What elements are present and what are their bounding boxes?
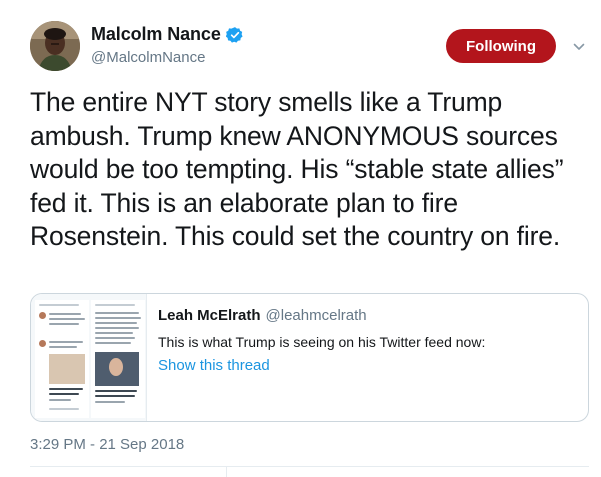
quoted-tweet-author: Leah McElrath @leahmcelrath xyxy=(158,307,367,324)
avatar[interactable] xyxy=(30,21,80,71)
avatar-image xyxy=(30,21,80,71)
thumbnail-panel-left xyxy=(35,300,89,418)
quoted-author-handle: @leahmcelrath xyxy=(265,307,367,324)
display-name[interactable]: Malcolm Nance xyxy=(91,24,221,45)
divider xyxy=(30,466,589,467)
quoted-tweet-thumbnail xyxy=(31,294,147,421)
chevron-down-icon[interactable] xyxy=(572,40,586,54)
show-thread-link[interactable]: Show this thread xyxy=(158,357,270,374)
quoted-tweet-card[interactable]: Leah McElrath @leahmcelrath This is what… xyxy=(30,293,589,422)
author-name-row: Malcolm Nance xyxy=(91,24,244,45)
thumbnail-panel-right xyxy=(91,300,145,418)
quoted-author-name: Leah McElrath xyxy=(158,307,261,324)
tweet-text: The entire NYT story smells like a Trump… xyxy=(30,87,564,252)
tweet-timestamp[interactable]: 3:29 PM - 21 Sep 2018 xyxy=(30,436,184,453)
quoted-tweet-text: This is what Trump is seeing on his Twit… xyxy=(158,334,486,350)
author-handle[interactable]: @MalcolmNance xyxy=(91,49,205,66)
divider-tick xyxy=(226,466,227,477)
verified-badge-icon xyxy=(225,26,243,43)
following-button[interactable]: Following xyxy=(446,29,556,63)
